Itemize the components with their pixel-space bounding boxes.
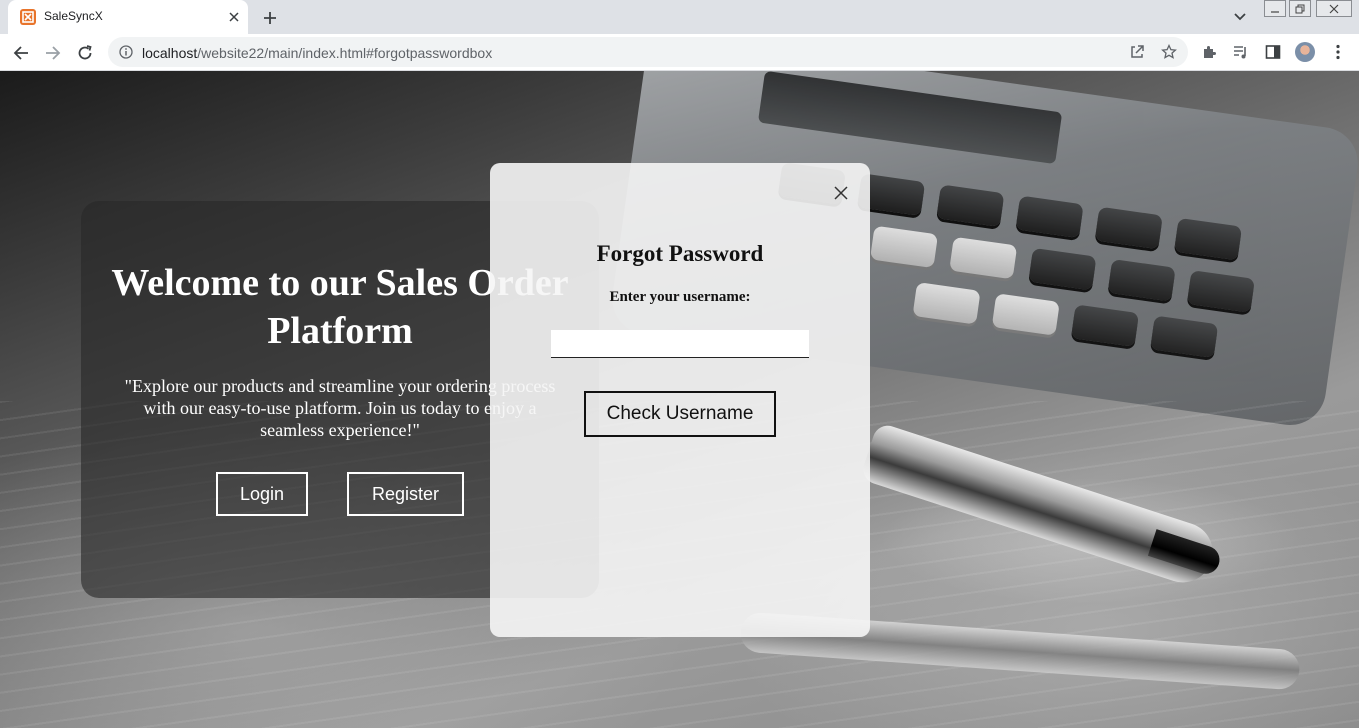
side-panel-icon[interactable] [1263, 42, 1283, 62]
app-favicon-icon [20, 9, 36, 25]
close-icon[interactable] [830, 182, 852, 204]
url-text[interactable]: localhost/website22/main/index.html#forg… [142, 45, 492, 61]
username-label: Enter your username: [609, 289, 751, 305]
browser-window: SaleSyncX localhost/website22/main/index… [0, 0, 1359, 728]
username-input[interactable] [551, 330, 809, 358]
window-restore-icon[interactable] [1289, 0, 1311, 17]
extensions-puzzle-icon[interactable] [1199, 42, 1219, 62]
share-icon[interactable] [1128, 43, 1146, 61]
modal-title: Forgot Password [596, 241, 764, 266]
bookmark-star-icon[interactable] [1160, 43, 1178, 61]
chevron-down-icon[interactable] [1230, 9, 1250, 25]
more-vertical-icon[interactable] [1328, 42, 1348, 62]
window-minimize-icon[interactable] [1264, 0, 1286, 17]
profile-avatar[interactable] [1295, 42, 1315, 62]
url-path: /website22/main/index.html#forgotpasswor… [197, 45, 493, 61]
check-username-button[interactable]: Check Username [584, 391, 776, 437]
register-button[interactable]: Register [347, 472, 464, 516]
media-control-icon[interactable] [1231, 42, 1251, 62]
new-tab-icon[interactable] [259, 7, 281, 29]
forward-arrow-icon[interactable] [41, 41, 65, 65]
back-arrow-icon[interactable] [9, 41, 33, 65]
forgot-password-modal: Forgot Password Enter your username: Che… [490, 163, 870, 637]
reload-icon[interactable] [73, 41, 97, 65]
site-info-icon[interactable] [118, 44, 134, 60]
url-host: localhost [142, 45, 198, 61]
page-viewport: Welcome to our Sales Order Platform "Exp… [0, 71, 1359, 728]
tab-strip: SaleSyncX [0, 0, 1359, 34]
tab-title: SaleSyncX [44, 9, 103, 23]
tab-close-icon[interactable] [226, 9, 242, 25]
tab-salesyncx[interactable]: SaleSyncX [8, 0, 248, 34]
browser-toolbar: localhost/website22/main/index.html#forg… [0, 34, 1359, 71]
address-bar[interactable]: localhost/website22/main/index.html#forg… [108, 37, 1188, 67]
login-button[interactable]: Login [216, 472, 308, 516]
window-close-icon[interactable] [1316, 0, 1352, 17]
